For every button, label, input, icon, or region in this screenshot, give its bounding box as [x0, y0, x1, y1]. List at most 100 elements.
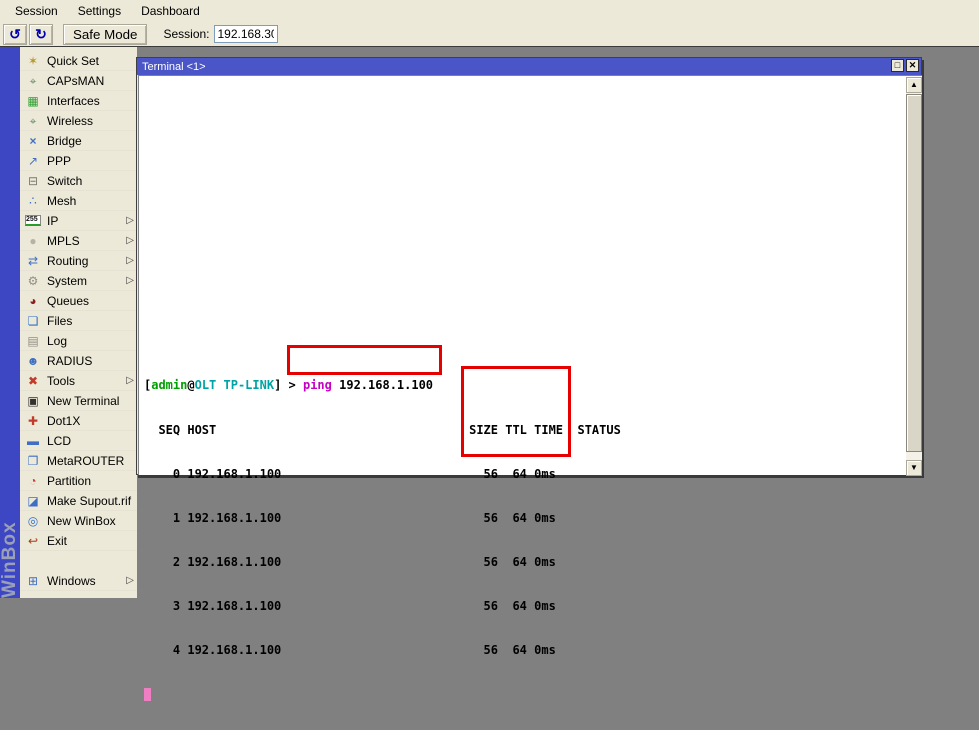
sidebar-item-label: Make Supout.rif — [47, 494, 131, 508]
terminal-title-bar[interactable]: Terminal <1> □ ✕ — [137, 58, 921, 75]
window-icon: ⊞ — [25, 575, 41, 587]
bridge-arrows-icon: × — [25, 135, 41, 147]
sidebar-item-label: Tools — [47, 374, 75, 388]
sidebar-item-interfaces[interactable]: ▦Interfaces — [20, 91, 137, 111]
chevron-right-icon: ▷ — [126, 215, 134, 226]
gauge-icon: ◕ — [25, 295, 41, 307]
sidebar-item-switch[interactable]: ⊟Switch — [20, 171, 137, 191]
terminal-title: Terminal <1> — [142, 61, 206, 73]
sidebar: WinBox ✶Quick Set ⌖ CAPsMAN ▦Interfaces ⌖… — [0, 47, 137, 598]
maximize-button[interactable]: □ — [891, 59, 904, 72]
lcd-screen-icon: ▬ — [25, 435, 41, 447]
menu-dashboard[interactable]: Dashboard — [134, 1, 207, 21]
sidebar-item-label: Exit — [47, 534, 67, 548]
sidebar-item-make-supout[interactable]: ◪Make Supout.rif — [20, 491, 137, 511]
session-input[interactable] — [214, 25, 278, 43]
sidebar-item-label: LCD — [47, 434, 71, 448]
terminal-cursor — [144, 688, 151, 701]
sidebar-item-new-terminal[interactable]: ▣New Terminal — [20, 391, 137, 411]
sidebar-item-system[interactable]: ⚙System▷ — [20, 271, 137, 291]
redo-button[interactable]: ↻ — [29, 24, 53, 45]
sidebar-item-label: Bridge — [47, 134, 82, 148]
sidebar-menu: ✶Quick Set ⌖ CAPsMAN ▦Interfaces ⌖ Wireles… — [20, 47, 137, 591]
sidebar-item-label: Routing — [47, 254, 88, 268]
sidebar-item-label: PPP — [47, 154, 71, 168]
menu-settings[interactable]: Settings — [71, 1, 128, 21]
routing-arrows-icon: ⇄ — [25, 255, 41, 267]
sidebar-item-label: Wireless — [47, 114, 93, 128]
sidebar-item-mesh[interactable]: ∴Mesh — [20, 191, 137, 211]
sidebar-item-wireless[interactable]: ⌖ Wireless — [20, 111, 137, 131]
sidebar-item-label: Windows — [47, 574, 96, 588]
chevron-right-icon: ▷ — [126, 575, 134, 586]
sidebar-item-mpls[interactable]: ● MPLS ▷ — [20, 231, 137, 251]
sidebar-item-new-winbox[interactable]: ◎ New WinBox — [20, 511, 137, 531]
prompt-user: admin — [151, 378, 187, 392]
sidebar-item-routing[interactable]: ⇄ Routing ▷ — [20, 251, 137, 271]
sidebar-item-label: Partition — [47, 474, 91, 488]
terminal-scrollbar[interactable]: ▲ ▼ — [906, 77, 922, 476]
dot1x-icon: ✚ — [25, 415, 41, 427]
prompt-host: OLT TP-LINK — [195, 378, 274, 392]
network-card-icon: ▦ — [25, 95, 41, 107]
tools-icon: ✖ — [25, 375, 41, 387]
sidebar-item-quick-set[interactable]: ✶Quick Set — [20, 51, 137, 71]
close-button[interactable]: ✕ — [906, 59, 919, 72]
scrollbar-thumb[interactable] — [906, 94, 922, 452]
sidebar-item-label: Switch — [47, 174, 82, 188]
ping-row: 1 192.168.1.100 56 64 0ms — [144, 511, 621, 526]
user-key-icon: ☻ — [25, 355, 41, 367]
sidebar-item-label: CAPsMAN — [47, 74, 104, 88]
safe-mode-button[interactable]: Safe Mode — [63, 24, 147, 45]
sidebar-item-metarouter[interactable]: ❐ MetaROUTER — [20, 451, 137, 471]
sidebar-item-partition[interactable]: ◔ Partition — [20, 471, 137, 491]
sidebar-item-dot1x[interactable]: ✚ Dot1X — [20, 411, 137, 431]
sidebar-item-label: System — [47, 274, 87, 288]
sidebar-item-label: New Terminal — [47, 394, 119, 408]
sidebar-item-capsman[interactable]: ⌖ CAPsMAN — [20, 71, 137, 91]
monitor-icon: ❐ — [25, 455, 41, 467]
winbox-brand: WinBox — [0, 506, 20, 598]
sidebar-item-ppp[interactable]: ↗ PPP — [20, 151, 137, 171]
pie-chart-icon: ◔ — [25, 475, 41, 487]
sidebar-item-tools[interactable]: ✖Tools▷ — [20, 371, 137, 391]
sidebar-item-label: Mesh — [47, 194, 76, 208]
sidebar-item-label: Files — [47, 314, 72, 328]
sidebar-item-label: RADIUS — [47, 354, 92, 368]
sidebar-item-windows[interactable]: ⊞ Windows ▷ — [20, 571, 137, 591]
sidebar-item-log[interactable]: ▤ Log — [20, 331, 137, 351]
antenna-icon: ⌖ — [25, 115, 41, 127]
exit-door-icon: ↩ — [25, 535, 41, 547]
sidebar-item-label: Log — [47, 334, 67, 348]
sidebar-item-lcd[interactable]: ▬ LCD — [20, 431, 137, 451]
ppp-arrow-icon: ↗ — [25, 155, 41, 167]
sidebar-item-ip[interactable]: 255IP▷ — [20, 211, 137, 231]
globe-sphere-icon: ● — [25, 235, 41, 247]
sidebar-item-radius[interactable]: ☻ RADIUS — [20, 351, 137, 371]
scroll-down-icon[interactable]: ▼ — [906, 460, 922, 476]
undo-icon: ↺ — [9, 26, 21, 43]
scroll-up-icon[interactable]: ▲ — [906, 77, 922, 93]
sidebar-item-files[interactable]: ❏Files — [20, 311, 137, 331]
sidebar-item-bridge[interactable]: × Bridge — [20, 131, 137, 151]
session-label: Session: — [163, 27, 209, 41]
sidebar-item-label: Quick Set — [47, 54, 99, 68]
sidebar-item-label: MetaROUTER — [47, 454, 124, 468]
sidebar-blue-strip: WinBox — [0, 47, 20, 598]
ip-255-icon: 255 — [25, 215, 41, 226]
chevron-right-icon: ▷ — [126, 255, 134, 266]
sidebar-item-queues[interactable]: ◕Queues — [20, 291, 137, 311]
ping-row: 3 192.168.1.100 56 64 0ms — [144, 599, 621, 614]
undo-button[interactable]: ↺ — [3, 24, 27, 45]
sidebar-item-label: MPLS — [47, 234, 80, 248]
antenna-icon: ⌖ — [25, 75, 41, 87]
sidebar-item-label: Dot1X — [47, 414, 80, 428]
toolbar: ↺ ↻ Safe Mode Session: — [0, 22, 979, 47]
chevron-right-icon: ▷ — [126, 235, 134, 246]
prompt-close: ] > — [274, 378, 303, 392]
menu-session[interactable]: Session — [8, 1, 65, 21]
log-document-icon: ▤ — [25, 335, 41, 347]
sidebar-item-exit[interactable]: ↩ Exit — [20, 531, 137, 551]
winbox-globe-icon: ◎ — [25, 515, 41, 527]
sidebar-item-label: New WinBox — [47, 514, 116, 528]
